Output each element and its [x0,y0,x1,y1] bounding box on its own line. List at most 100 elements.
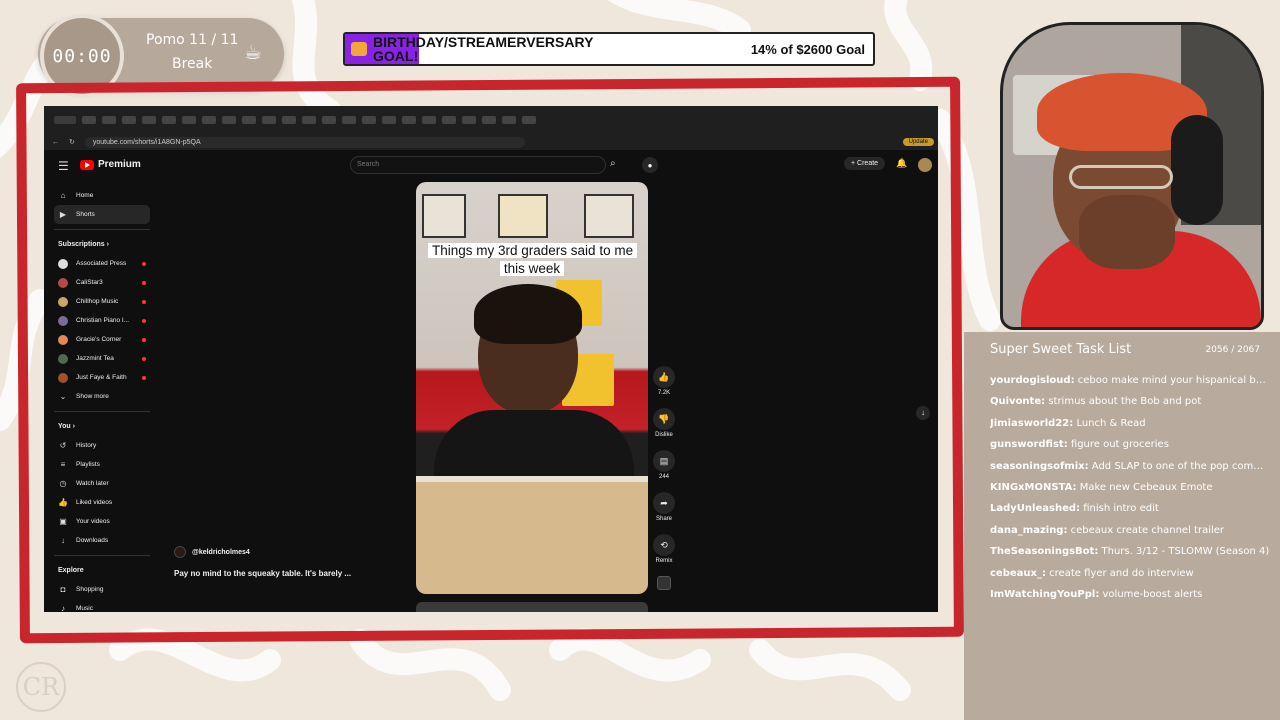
divider [54,229,150,230]
sidebar-item-label: Music [76,605,93,612]
browser-tab[interactable] [502,116,516,124]
share-icon[interactable]: ➦ [653,492,675,514]
browser-tab[interactable] [342,116,356,124]
you-heading[interactable]: You › [54,417,150,436]
comment-action[interactable]: ▤ 244 [648,450,680,480]
sidebar-item-liked-videos[interactable]: 👍 Liked videos [54,493,150,512]
sidebar-item-history[interactable]: ↺ History [54,436,150,455]
browser-tab[interactable] [382,116,396,124]
show-more-button[interactable]: ⌄ Show more [54,387,150,406]
sidebar-item-home[interactable]: ⌂ Home [54,186,150,205]
clock-icon: ◷ [59,479,67,488]
browser-tab[interactable] [122,116,136,124]
sound-thumbnail[interactable] [657,576,671,590]
channel-name: Christian Piano I... [76,317,130,324]
youtube-logo[interactable]: Premium [80,159,141,170]
sidebar-item-channel[interactable]: Associated Press [54,254,150,273]
reload-icon[interactable]: ↻ [69,138,75,146]
sidebar-item-downloads[interactable]: ↓ Downloads [54,531,150,550]
search-icon[interactable]: ⌕ [610,158,616,169]
sidebar-item-channel[interactable]: Just Faye & Faith [54,368,150,387]
browser-tab[interactable] [422,116,436,124]
like-count: 7.2K [657,390,671,396]
update-button[interactable]: Update [902,138,934,146]
microphone-icon[interactable]: ● [642,157,658,173]
playlists-icon: ≡ [60,460,66,469]
channel-name: Gracie's Corner [76,336,122,343]
share-action[interactable]: ➦ Share [648,492,680,522]
browser-tab[interactable] [522,116,536,124]
channel-handle[interactable]: @keldricholmes4 [192,549,250,556]
sidebar-item-playlists[interactable]: ≡ Playlists [54,455,150,474]
sidebar-item-channel[interactable]: CaliStar3 [54,273,150,292]
student-hair [474,284,582,344]
sidebar-item-label: Liked videos [76,499,113,506]
back-icon[interactable]: ← [52,139,59,146]
browser-tab[interactable] [442,116,456,124]
sidebar-item-channel[interactable]: Gracie's Corner [54,330,150,349]
bell-icon[interactable]: 🔔 [896,158,907,169]
browser-tab[interactable] [322,116,336,124]
browser-tab[interactable] [102,116,116,124]
next-short-arrow-icon[interactable]: ↓ [916,406,930,420]
short-video-player[interactable]: Things my 3rd graders said to me this we… [416,182,648,594]
menu-icon[interactable]: ☰ [58,159,69,173]
classroom-poster [584,194,634,238]
browser-tab[interactable] [162,116,176,124]
dislike-action[interactable]: 👎 Dislike [648,408,680,438]
sidebar-item-shopping[interactable]: ◘ Shopping [54,580,150,599]
browser-tab[interactable] [302,116,316,124]
browser-tab[interactable] [402,116,416,124]
live-indicator [142,375,146,380]
task-item: gunswordfist: figure out groceries [990,434,1272,455]
remix-icon[interactable]: ⟲ [653,534,675,556]
browser-tab[interactable] [202,116,216,124]
browser-tab[interactable] [462,116,476,124]
task-item: ImWatchingYouPpl: volume-boost alerts [990,584,1272,605]
browser-tab[interactable] [54,116,76,124]
browser-tab[interactable] [362,116,376,124]
task-text: figure out groceries [1070,439,1169,451]
task-item: dana_mazing: cebeaux create channel trai… [990,520,1272,541]
search-input[interactable]: Search [350,156,606,174]
comment-icon[interactable]: ▤ [653,450,675,472]
browser-tab[interactable] [262,116,276,124]
sidebar-item-label: Home [76,192,94,199]
task-text: cebeaux create channel trailer [1070,524,1225,536]
video-description[interactable]: Pay no mind to the squeaky table. It's b… [174,569,351,578]
explore-heading: Explore [58,567,84,574]
browser-tab[interactable] [222,116,236,124]
tab-bar[interactable] [44,106,938,134]
sidebar-item-watch-later[interactable]: ◷ Watch later [54,474,150,493]
dislike-label: Dislike [655,432,673,438]
browser-tab[interactable] [242,116,256,124]
like-icon[interactable]: 👍 [653,366,675,388]
like-action[interactable]: 👍 7.2K [648,366,680,396]
sidebar-item-channel[interactable]: Christian Piano I... [54,311,150,330]
subscriptions-heading[interactable]: Subscriptions › [54,235,150,254]
task-user: gunswordfist: [990,439,1068,451]
url-field[interactable]: youtube.com/shorts/i1A8GN-p5QA [84,136,525,148]
browser-tab[interactable] [182,116,196,124]
avatar[interactable] [918,158,932,172]
task-item: yourdogisloud: ceboo make mind your hisp… [990,370,1272,391]
remix-action[interactable]: ⟲ Remix [648,534,680,564]
shorts-icon: ▶ [59,210,67,219]
browser-tab[interactable] [142,116,156,124]
sidebar-item-music[interactable]: ♪ Music [54,599,150,612]
bag-icon: ◘ [60,585,66,594]
sidebar-item-channel[interactable]: Chillhop Music [54,292,150,311]
channel-handle-row[interactable]: @keldricholmes4 [174,546,250,558]
browser-tab[interactable] [82,116,96,124]
channel-avatar[interactable] [174,546,186,558]
create-button[interactable]: + Create [844,157,886,170]
live-indicator [142,280,146,285]
download-icon: ↓ [61,536,65,545]
sidebar-item-your-videos[interactable]: ▣ Your videos [54,512,150,531]
browser-tab[interactable] [482,116,496,124]
you-heading-label: You [58,423,71,430]
browser-tab[interactable] [282,116,296,124]
dislike-icon[interactable]: 👎 [653,408,675,430]
sidebar-item-shorts[interactable]: ▶ Shorts [54,205,150,224]
sidebar-item-channel[interactable]: Jazzmint Tea [54,349,150,368]
